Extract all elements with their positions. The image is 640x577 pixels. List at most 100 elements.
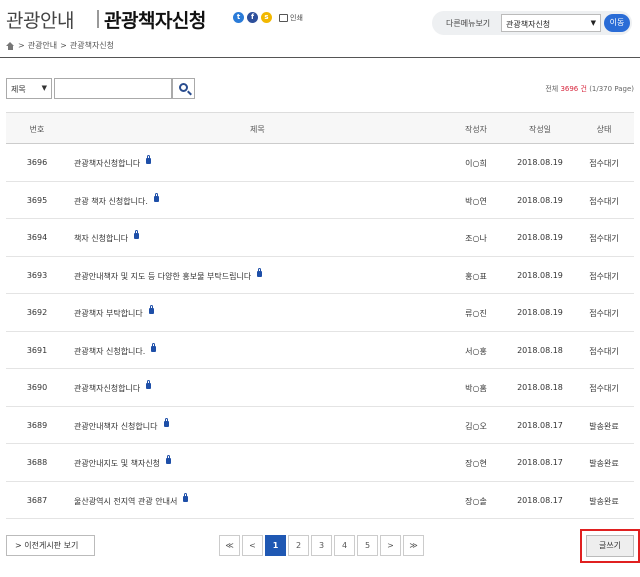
- row-author-text: 김○오: [465, 421, 487, 431]
- row-author-text: 이○희: [465, 159, 487, 168]
- table-row[interactable]: 3687 울산광역시 전지역 관광 안내서 장○솔 2018.08.17 발송완료: [6, 482, 634, 519]
- page-button-2[interactable]: 2: [288, 535, 309, 556]
- row-title-link-text: 관광안내지도 및 책자신청: [74, 459, 161, 468]
- row-date-text: 2018.08.18: [517, 383, 563, 392]
- search-field-selected: 제목: [11, 85, 26, 94]
- row-title-link[interactable]: 관광책자신청합니다: [74, 380, 152, 394]
- header-status: 상태: [596, 125, 612, 134]
- row-title-link[interactable]: 관광책자신청합니다: [74, 155, 152, 169]
- row-title-link[interactable]: 관광안내지도 및 책자신청: [74, 455, 172, 469]
- table-row[interactable]: 3691 관광책자 신청합니다. 서○홍 2018.08.18 접수대기: [6, 332, 634, 369]
- row-title-link-text: 관광책자신청합니다: [74, 159, 141, 168]
- row-status-text: 접수대기: [589, 196, 619, 206]
- row-title-link[interactable]: 책자 신청합니다: [74, 230, 140, 244]
- search-icon: [179, 83, 188, 92]
- lock-icon: [151, 342, 157, 352]
- row-author: 박○연: [458, 196, 494, 207]
- search-button[interactable]: [172, 78, 195, 99]
- row-title-link[interactable]: 관광책자 신청합니다.: [74, 342, 157, 357]
- row-status-text: 접수대기: [589, 346, 619, 356]
- category-title: 관광안내: [6, 10, 74, 32]
- previous-board-button[interactable]: > 이전게시판 보기: [6, 535, 95, 556]
- row-author-text: 장○현: [465, 459, 487, 468]
- lock-icon: [134, 230, 140, 239]
- lock-icon: [163, 417, 169, 427]
- home-icon[interactable]: [6, 41, 15, 50]
- row-date-text: 2018.08.18: [517, 345, 563, 355]
- other-menu-panel: 다른메뉴보기 관광책자신청 ▼ 이동: [432, 11, 632, 35]
- row-title-link-text: 울산광역시 전지역 관광 안내서: [74, 496, 178, 506]
- row-date-text: 2018.08.17: [517, 458, 563, 467]
- page-button-5[interactable]: 5: [357, 535, 378, 556]
- page-button-3[interactable]: 3: [311, 535, 332, 556]
- breadcrumb-item[interactable]: 관광안내: [28, 40, 57, 51]
- table-row[interactable]: 3689 관광안내책자 신청합니다 김○오 2018.08.17 발송완료: [6, 407, 634, 444]
- row-status-text: 발송완료: [589, 421, 619, 431]
- breadcrumb-separator: >: [18, 41, 25, 50]
- row-date: 2018.08.19: [516, 233, 564, 242]
- table-row[interactable]: 3688 관광안내지도 및 책자신청 장○현 2018.08.17 발송완료: [6, 444, 634, 482]
- go-button[interactable]: 이동: [604, 14, 630, 32]
- lock-icon: [148, 305, 154, 314]
- row-author-text: 조○나: [465, 234, 487, 243]
- table-row[interactable]: 3695 관광 책자 신청합니다. 박○연 2018.08.19 접수대기: [6, 182, 634, 219]
- table-row[interactable]: 3696 관광책자신청합니다 이○희 2018.08.19 접수대기: [6, 144, 634, 182]
- print-button[interactable]: 인쇄: [279, 13, 303, 23]
- search-field-select[interactable]: 제목 ▼: [6, 78, 52, 99]
- twitter-icon[interactable]: t: [233, 12, 244, 23]
- table-row[interactable]: 3690 관광책자신청합니다 박○홈 2018.08.18 접수대기: [6, 369, 634, 407]
- row-date: 2018.08.17: [516, 421, 564, 430]
- row-number-text: 3692: [26, 308, 48, 317]
- prev-page-button[interactable]: <: [242, 535, 263, 556]
- row-number-text: 3694: [26, 233, 48, 242]
- page-button-1[interactable]: 1: [265, 535, 286, 556]
- row-title-link[interactable]: 관광책자 부탁합니다: [74, 305, 154, 319]
- lock-icon: [257, 267, 263, 277]
- header-number: 번호: [29, 125, 45, 134]
- page-info: (1/370 Page): [589, 85, 634, 93]
- row-author-text: 박○홈: [465, 384, 487, 393]
- row-title-link[interactable]: 울산광역시 전지역 관광 안내서: [74, 492, 189, 507]
- row-title-link[interactable]: 관광안내책자 및 지도 등 다양한 홍보물 부탁드립니다: [74, 267, 263, 282]
- row-author-text: 홍○표: [465, 271, 487, 281]
- page-button-4[interactable]: 4: [334, 535, 355, 556]
- row-date-text: 2018.08.19: [517, 195, 563, 205]
- row-status: 접수대기: [586, 271, 622, 282]
- row-title-link-text: 관광책자 신청합니다.: [74, 346, 146, 356]
- header-date: 작성일: [528, 125, 552, 134]
- row-date-text: 2018.08.19: [517, 158, 563, 167]
- title-divider: [97, 10, 99, 28]
- write-button[interactable]: 글쓰기: [586, 535, 634, 557]
- first-page-button[interactable]: ≪: [219, 535, 240, 556]
- row-author: 장○솔: [458, 496, 494, 507]
- next-page-button[interactable]: >: [380, 535, 401, 556]
- table-row[interactable]: 3692 관광책자 부탁합니다 류○진 2018.08.19 접수대기: [6, 294, 634, 332]
- last-page-button[interactable]: ≫: [403, 535, 424, 556]
- row-number: 3692: [26, 308, 48, 317]
- row-status: 발송완료: [586, 496, 622, 507]
- search-input[interactable]: [54, 78, 172, 99]
- row-status: 접수대기: [586, 308, 622, 319]
- table-row[interactable]: 3693 관광안내책자 및 지도 등 다양한 홍보물 부탁드립니다 홍○표 2018.…: [6, 257, 634, 294]
- row-title-link[interactable]: 관광 책자 신청합니다.: [74, 192, 159, 207]
- facebook-icon[interactable]: f: [247, 12, 258, 23]
- row-title-link[interactable]: 관광안내책자 신청합니다: [74, 417, 169, 432]
- row-date: 2018.08.19: [516, 158, 564, 167]
- table-row[interactable]: 3694 책자 신청합니다 조○나 2018.08.19 접수대기: [6, 219, 634, 257]
- row-status-text: 접수대기: [589, 384, 619, 393]
- row-date-text: 2018.08.19: [517, 308, 563, 317]
- row-number: 3689: [26, 421, 48, 430]
- table-header: 번호 제목 작성자 작성일 상태: [6, 112, 634, 144]
- page-title: 관광책자신청: [104, 10, 206, 32]
- row-status: 접수대기: [586, 346, 622, 357]
- other-menu-select[interactable]: 관광책자신청 ▼: [501, 14, 601, 32]
- print-label: 인쇄: [290, 13, 303, 22]
- breadcrumb-item[interactable]: 관광책자신청: [70, 40, 114, 51]
- kakaostory-icon[interactable]: s: [261, 12, 272, 23]
- row-title-link-text: 관광안내책자 신청합니다: [74, 421, 158, 431]
- pagination: ≪ < 1 2 3 4 5 > ≫: [219, 535, 424, 556]
- row-number-text: 3695: [26, 195, 48, 205]
- row-date-text: 2018.08.19: [517, 233, 563, 242]
- other-menu-selected: 관광책자신청: [506, 20, 551, 29]
- row-date: 2018.08.18: [516, 346, 564, 355]
